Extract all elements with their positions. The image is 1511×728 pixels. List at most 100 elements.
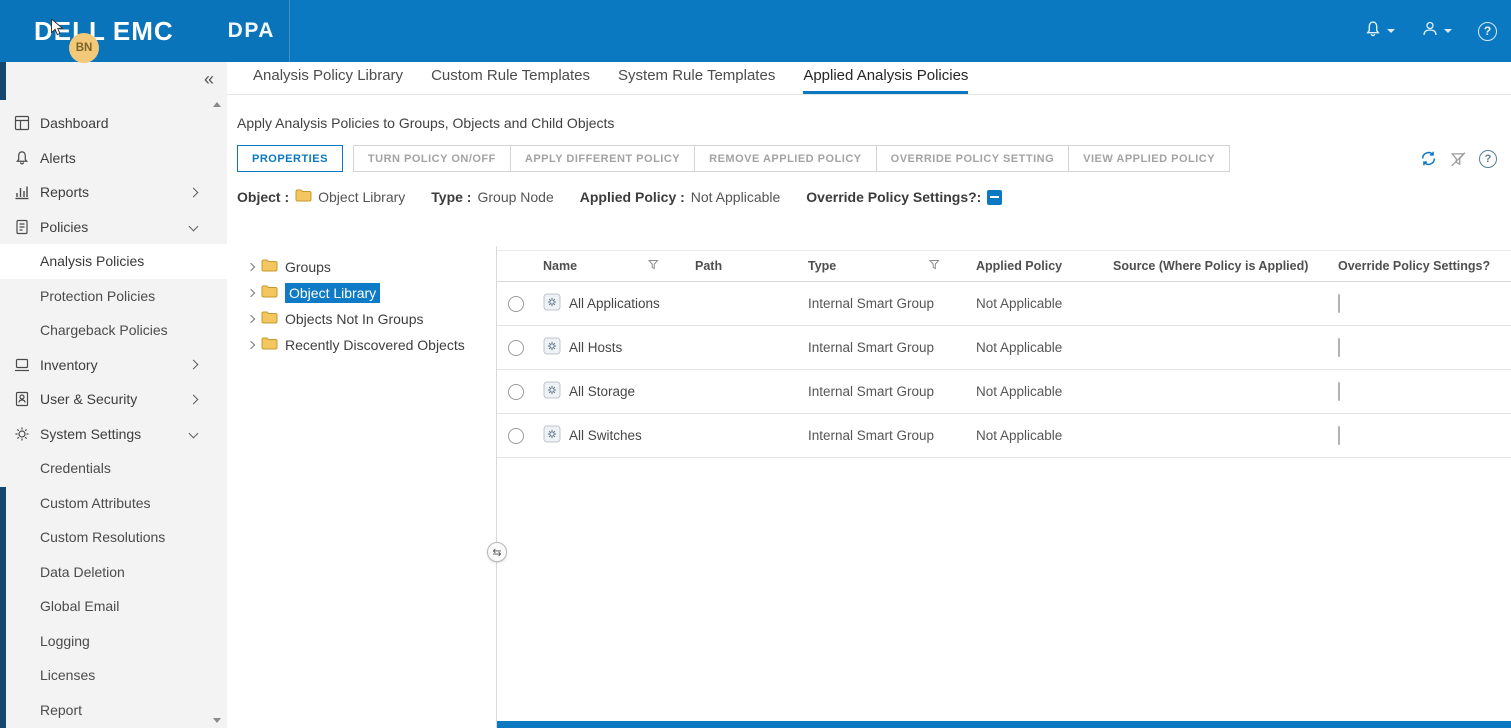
sidebar-item-policies[interactable]: Policies	[0, 210, 227, 245]
sidebar-item-system-settings[interactable]: System Settings	[0, 417, 227, 452]
sidebar-item-data-deletion[interactable]: Data Deletion	[0, 555, 227, 590]
user-badge-icon	[14, 391, 30, 407]
table-row[interactable]: All Hosts Internal Smart Group Not Appli…	[497, 326, 1511, 370]
sidebar-item-dashboard[interactable]: Dashboard	[0, 106, 227, 141]
properties-button[interactable]: PROPERTIES	[237, 145, 343, 172]
row-name-label: All Hosts	[569, 340, 622, 355]
chevron-down-icon	[189, 222, 199, 232]
column-header-label: Source (Where Policy is Applied)	[1113, 259, 1308, 273]
folder-icon	[261, 311, 278, 327]
override-checkbox[interactable]	[1338, 426, 1340, 445]
avatar[interactable]: BN	[69, 33, 99, 63]
collapse-sidebar-button[interactable]: «	[204, 70, 214, 88]
sidebar-item-custom-resolutions[interactable]: Custom Resolutions	[0, 520, 227, 555]
row-radio-button[interactable]	[508, 428, 524, 444]
override-indeterminate-checkbox[interactable]	[987, 190, 1002, 205]
table-row[interactable]: All Switches Internal Smart Group Not Ap…	[497, 414, 1511, 458]
sidebar-scroll-accent-top	[0, 62, 6, 100]
sidebar-item-label: Inventory	[40, 357, 98, 373]
sidebar-item-label: Global Email	[40, 598, 119, 614]
type-column-header[interactable]: Type	[800, 259, 968, 273]
brand-area: DELL EMC DPA	[0, 0, 290, 62]
sidebar-item-credentials[interactable]: Credentials	[0, 451, 227, 486]
row-radio-button[interactable]	[508, 340, 524, 356]
chevron-down-icon	[1387, 29, 1395, 33]
row-type-cell: Internal Smart Group	[800, 384, 968, 399]
name-column-header[interactable]: Name	[535, 259, 687, 273]
override-policy-setting-button[interactable]: OVERRIDE POLICY SETTING	[876, 145, 1070, 172]
chevron-right-icon	[189, 187, 199, 197]
applied-policy-column-header[interactable]: Applied Policy	[968, 259, 1105, 273]
path-column-header[interactable]: Path	[687, 259, 800, 273]
sidebar-item-alerts[interactable]: Alerts	[0, 141, 227, 176]
column-header-label: Override Policy Settings?	[1338, 259, 1490, 273]
panel-resize-handle[interactable]: ⇆	[487, 542, 507, 562]
object-info: Object : Object Library	[237, 189, 405, 205]
folder-icon	[261, 259, 278, 275]
sidebar-item-label: Protection Policies	[40, 288, 155, 304]
tree-item-recently-discovered-objects[interactable]: Recently Discovered Objects	[227, 332, 496, 358]
help-icon[interactable]: ?	[1479, 150, 1497, 168]
chevron-down-icon	[189, 429, 199, 439]
horizontal-scrollbar[interactable]	[497, 721, 1511, 728]
main-content: Analysis Policy Library Custom Rule Temp…	[227, 62, 1511, 728]
row-type-cell: Internal Smart Group	[800, 428, 968, 443]
row-name-label: All Applications	[569, 296, 660, 311]
help-icon: ?	[1484, 24, 1491, 38]
smart-group-icon	[543, 381, 561, 402]
sidebar-item-label: Custom Attributes	[40, 495, 151, 511]
chevron-right-icon	[189, 360, 199, 370]
row-radio-button[interactable]	[508, 384, 524, 400]
tree-item-objects-not-in-groups[interactable]: Objects Not In Groups	[227, 306, 496, 332]
folder-icon	[261, 285, 278, 301]
sidebar-item-chargeback-policies[interactable]: Chargeback Policies	[0, 313, 227, 348]
tree-item-object-library[interactable]: Object Library	[227, 280, 496, 306]
override-settings-label: Override Policy Settings?:	[806, 189, 981, 205]
help-button[interactable]: ?	[1478, 22, 1497, 41]
row-radio-button[interactable]	[508, 296, 524, 312]
dell-emc-logo[interactable]: DELL EMC	[34, 16, 174, 47]
sidebar-item-inventory[interactable]: Inventory	[0, 348, 227, 383]
sidebar-item-protection-policies[interactable]: Protection Policies	[0, 279, 227, 314]
sidebar-item-analysis-policies[interactable]: Analysis Policies	[0, 244, 227, 279]
object-label: Object :	[237, 189, 289, 205]
source-column-header[interactable]: Source (Where Policy is Applied)	[1105, 259, 1330, 273]
override-checkbox[interactable]	[1338, 338, 1340, 357]
clear-filter-icon[interactable]	[1450, 151, 1466, 167]
sidebar-item-logging[interactable]: Logging	[0, 624, 227, 659]
tab-applied-analysis-policies[interactable]: Applied Analysis Policies	[803, 67, 968, 94]
sidebar-item-licenses[interactable]: Licenses	[0, 658, 227, 693]
scroll-down-arrow[interactable]	[213, 718, 221, 723]
table-row[interactable]: All Applications Internal Smart Group No…	[497, 282, 1511, 326]
table-row[interactable]: All Storage Internal Smart Group Not App…	[497, 370, 1511, 414]
tree-item-groups[interactable]: Groups	[227, 254, 496, 280]
group-tree-panel: Groups Object Library Objects Not In Gro…	[227, 246, 497, 728]
type-info: Type : Group Node	[431, 189, 553, 205]
view-applied-policy-button[interactable]: VIEW APPLIED POLICY	[1068, 145, 1230, 172]
turn-policy-on-off-button[interactable]: TURN POLICY ON/OFF	[353, 145, 511, 172]
refresh-icon[interactable]	[1420, 150, 1437, 167]
remove-applied-policy-button[interactable]: REMOVE APPLIED POLICY	[694, 145, 877, 172]
bell-icon	[1364, 20, 1382, 43]
notifications-button[interactable]	[1364, 20, 1395, 43]
tab-system-rule-templates[interactable]: System Rule Templates	[618, 67, 775, 94]
swap-arrows-icon: ⇆	[492, 546, 501, 559]
override-checkbox[interactable]	[1338, 294, 1340, 313]
page-header-area: Apply Analysis Policies to Groups, Objec…	[227, 115, 1511, 205]
row-applied-policy-cell: Not Applicable	[968, 296, 1105, 311]
tab-analysis-policy-library[interactable]: Analysis Policy Library	[253, 67, 403, 94]
apply-different-policy-button[interactable]: APPLY DIFFERENT POLICY	[510, 145, 695, 172]
filter-funnel-icon[interactable]	[648, 259, 659, 273]
tree-item-label: Groups	[285, 259, 331, 275]
override-checkbox[interactable]	[1338, 382, 1340, 401]
user-menu-button[interactable]	[1421, 20, 1452, 43]
folder-icon	[295, 189, 312, 205]
sidebar-item-reports[interactable]: Reports	[0, 175, 227, 210]
sidebar-item-global-email[interactable]: Global Email	[0, 589, 227, 624]
tab-custom-rule-templates[interactable]: Custom Rule Templates	[431, 67, 590, 94]
sidebar-item-report[interactable]: Report	[0, 693, 227, 728]
sidebar-item-user-security[interactable]: User & Security	[0, 382, 227, 417]
override-column-header[interactable]: Override Policy Settings?	[1330, 259, 1511, 273]
filter-funnel-icon[interactable]	[929, 259, 940, 273]
sidebar-item-custom-attributes[interactable]: Custom Attributes	[0, 486, 227, 521]
